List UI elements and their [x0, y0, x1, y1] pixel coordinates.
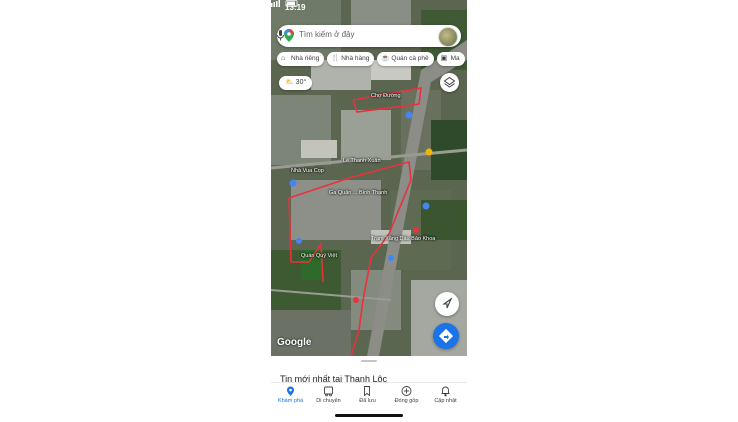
maps-pin-icon	[284, 29, 294, 42]
search-bar[interactable]: Tìm kiếm ở đây	[277, 25, 461, 47]
directions-icon	[438, 328, 454, 344]
microphone-icon[interactable]	[277, 30, 284, 41]
temperature: 30°	[295, 79, 307, 86]
map-label[interactable]: Trạm Xăng Dầu Bảo Khoa	[371, 236, 435, 242]
plus-circle-icon	[401, 386, 412, 396]
search-input[interactable]: Tìm kiếm ở đây	[299, 30, 354, 39]
bottom-navigation: Khám phá Di chuyển Đã lưu Đóng góp Cập n…	[271, 382, 467, 409]
chip-restaurant[interactable]: 🍴Nhà hàng	[327, 52, 375, 66]
navigation-arrow-icon	[442, 297, 453, 309]
map-label[interactable]: Nhà Vua Cọp	[291, 168, 324, 174]
restaurant-icon: 🍴	[331, 55, 340, 62]
account-avatar[interactable]	[438, 27, 458, 47]
satellite-map[interactable]: 13:19 Tìm kiếm ở đây ⌂ Nhà riêng 🍴Nhà hà…	[271, 0, 467, 356]
my-location-button[interactable]	[435, 292, 459, 316]
home-indicator[interactable]	[335, 414, 403, 417]
commute-icon	[324, 386, 333, 397]
chip-shopping[interactable]: ▣ Ma	[436, 52, 465, 66]
map-label[interactable]: Chợ Đường	[371, 93, 401, 99]
bookmark-icon	[364, 386, 370, 397]
google-logo: Google	[277, 337, 312, 348]
phone-screen: 13:19 Tìm kiếm ở đây ⌂ Nhà riêng 🍴Nhà hà…	[271, 0, 467, 422]
nav-icons	[287, 386, 450, 397]
layers-icon	[443, 76, 456, 88]
category-chips: ⌂ Nhà riêng 🍴Nhà hàng ☕Quán cà phê ▣ Ma	[277, 52, 467, 67]
weather-badge[interactable]: ⛅ 30°	[279, 76, 313, 90]
layers-button[interactable]	[440, 73, 459, 92]
map-label[interactable]: Quán Quý Việt	[301, 253, 337, 259]
chip-home[interactable]: ⌂ Nhà riêng	[277, 52, 325, 66]
bell-icon	[441, 386, 450, 397]
shopping-bag-icon: ▣	[440, 55, 448, 62]
coffee-icon: ☕	[381, 55, 391, 62]
location-pin-icon	[287, 386, 294, 396]
chip-coffee[interactable]: ☕Quán cà phê	[377, 52, 434, 66]
map-label[interactable]: Lê Thanh Xuân	[343, 158, 381, 164]
map-label[interactable]: Ga Quận ... Bình Thạnh	[329, 190, 387, 196]
weather-icon: ⛅	[285, 79, 294, 86]
bottom-sheet-handle[interactable]	[361, 360, 377, 362]
home-icon: ⌂	[281, 55, 286, 62]
directions-button[interactable]	[433, 323, 459, 349]
status-icons	[271, 0, 298, 7]
